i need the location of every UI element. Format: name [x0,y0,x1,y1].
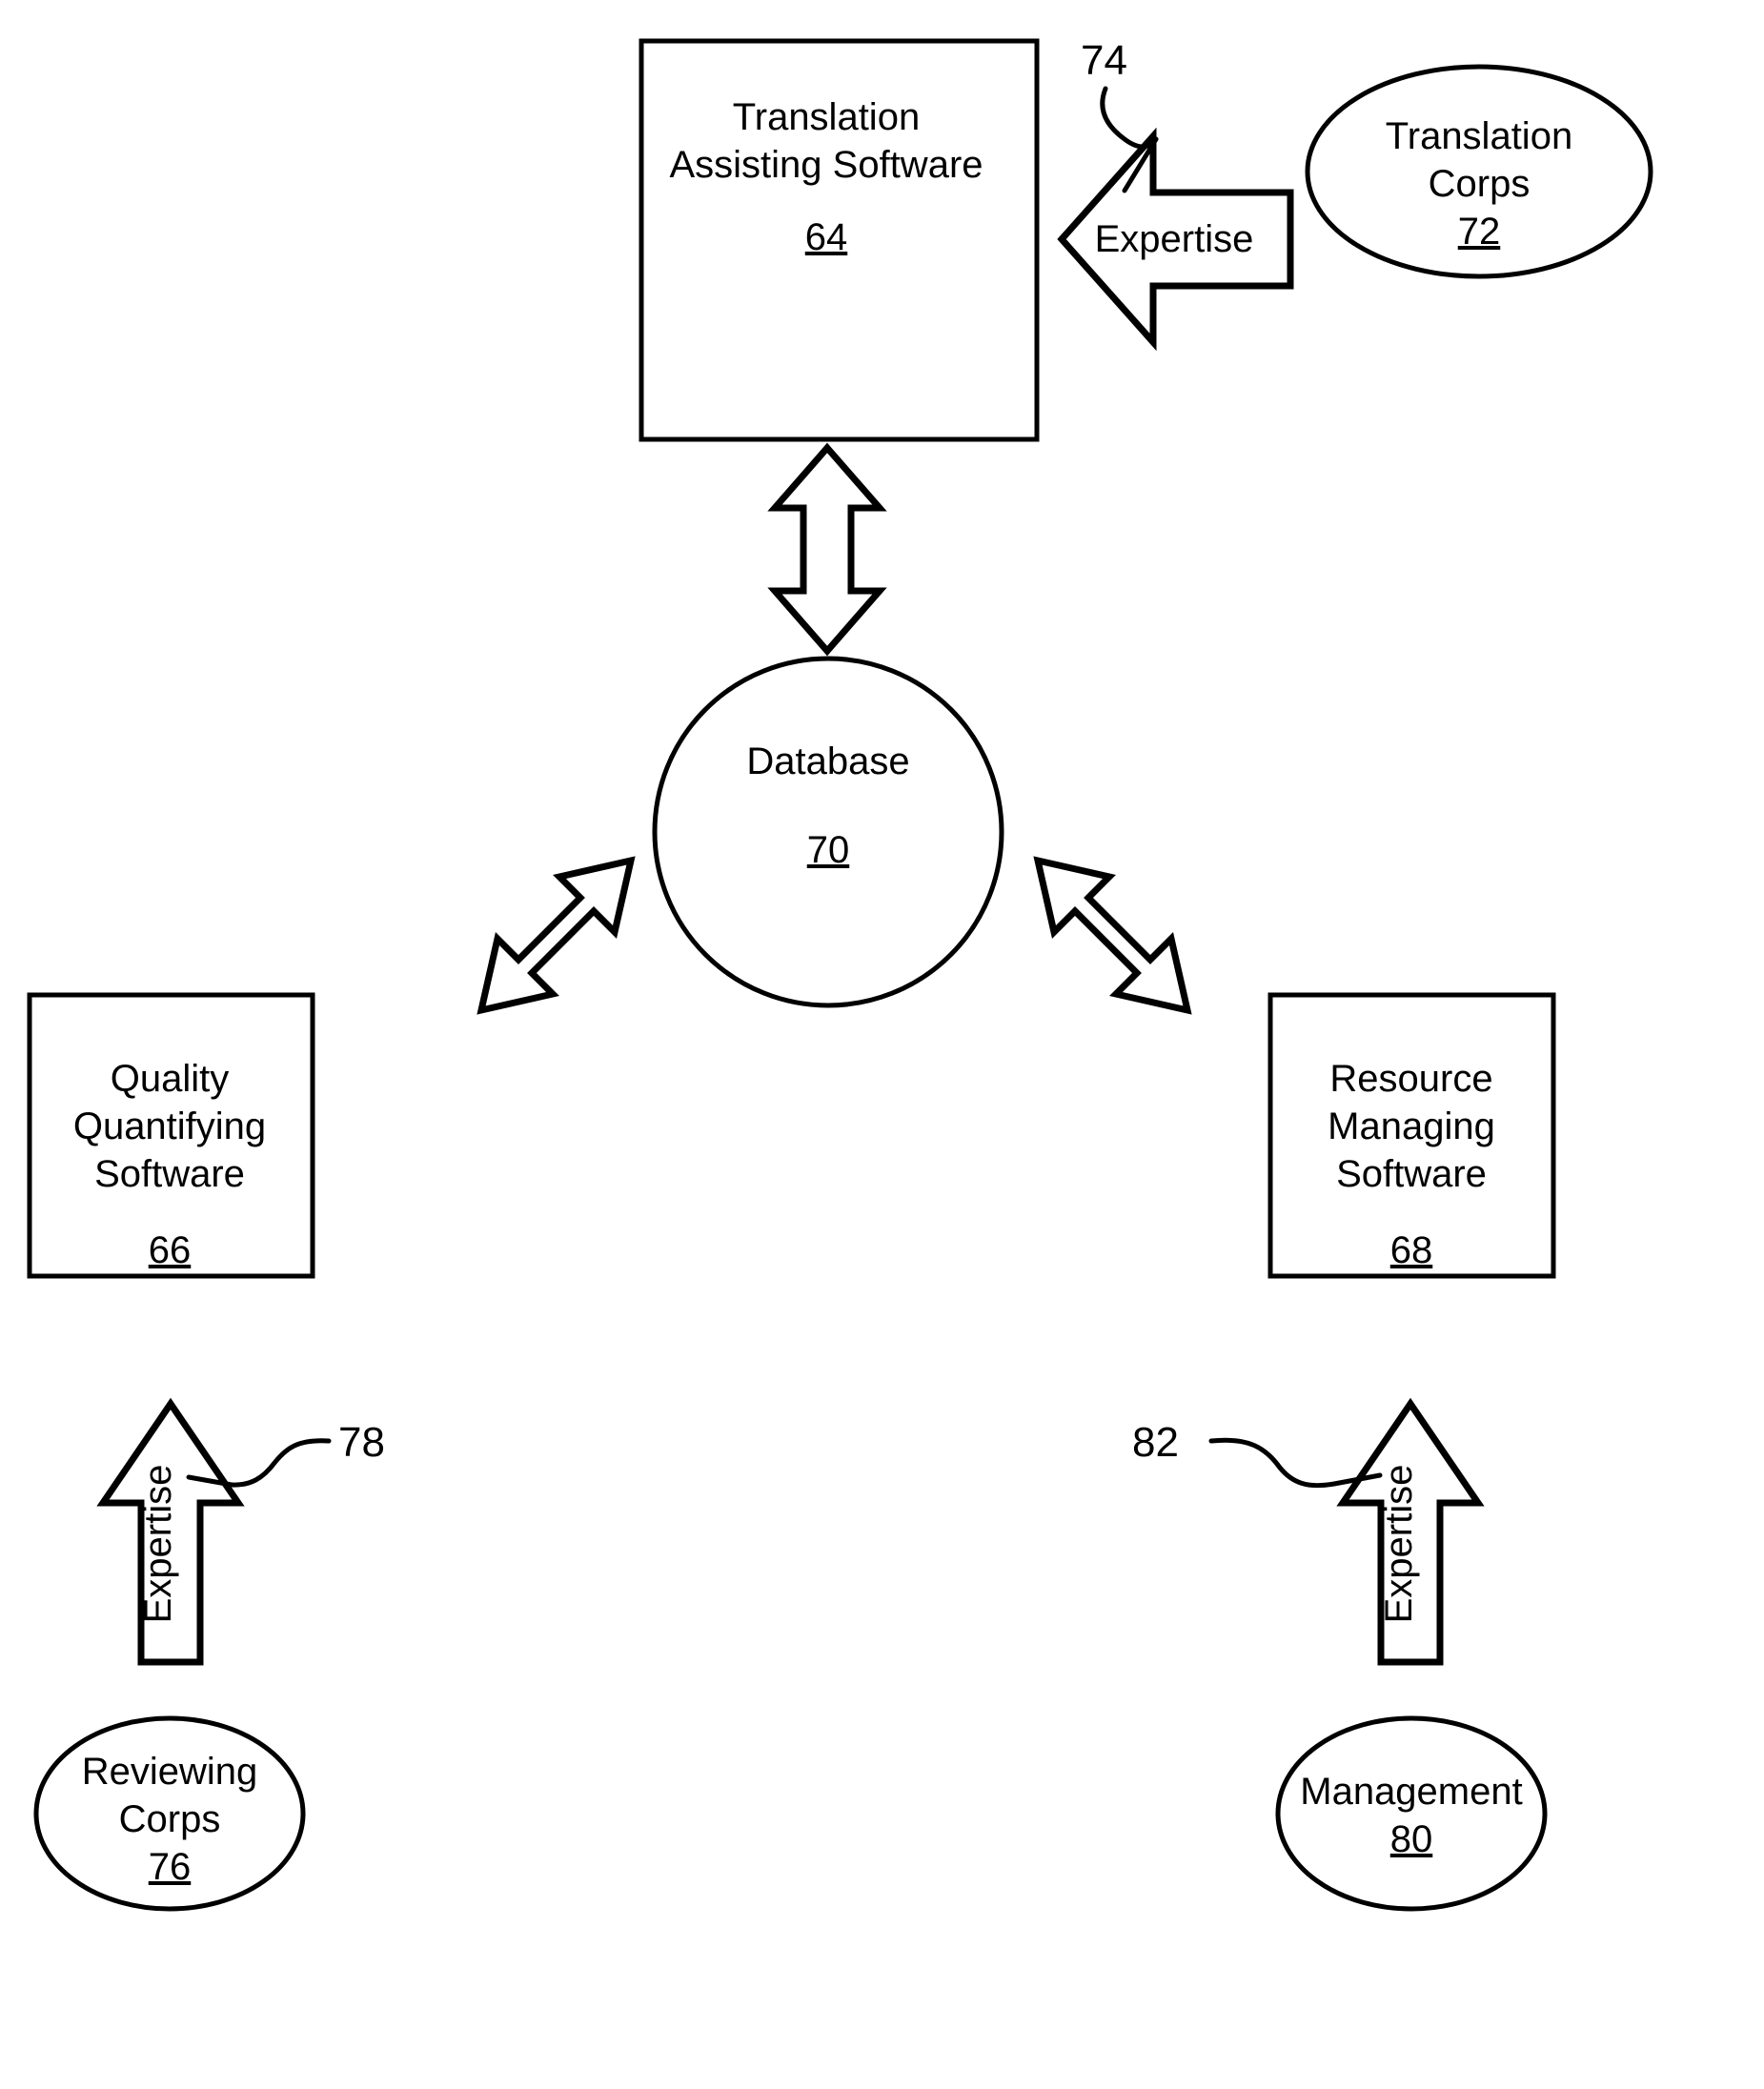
node-label-translation-corps-line1: Translation [1386,115,1572,157]
ref-number-80: 80 [1390,1818,1433,1860]
node-label-translation-assisting-line1: Translation [733,96,920,138]
patent-figure-canvas: Translation Assisting Software 64 Expert… [0,0,1764,2089]
ref-number-66: 66 [149,1229,192,1271]
ref-number-74: 74 [1081,37,1127,84]
node-label-translation-corps-line2: Corps [1429,163,1531,205]
node-label-reviewing-corps-line1: Reviewing [82,1751,258,1793]
connector-db-translation-arrow [767,442,887,657]
ref-number-68: 68 [1390,1229,1433,1271]
node-label-database: Database [746,740,909,782]
ref-number-76: 76 [149,1846,192,1888]
node-label-quality-line2: Quantifying [73,1105,266,1147]
node-label-resource-line2: Managing [1328,1105,1495,1147]
leader-line-78 [229,1438,332,1488]
node-label-quality-line1: Quality [111,1058,230,1100]
node-management [1275,1715,1548,1912]
ref-number-82: 82 [1132,1419,1179,1466]
ref-number-64: 64 [805,216,848,258]
ref-number-70: 70 [807,829,850,871]
node-label-resource-line1: Resource [1329,1058,1492,1100]
connector-db-quality-arrow [476,856,636,1015]
diagram-svg: Translation Assisting Software 64 Expert… [27,37,1653,1912]
connector-db-resource-arrow [1033,856,1192,1015]
ref-number-72: 72 [1458,211,1501,253]
leader-line-82 [1208,1437,1337,1489]
connector-label-expertise-resource: Expertise [1378,1465,1420,1624]
node-label-reviewing-corps-line2: Corps [119,1798,221,1840]
node-label-translation-assisting-line2: Assisting Software [669,144,983,186]
connector-label-expertise-translation: Expertise [1095,218,1254,260]
connector-label-expertise-quality: Expertise [137,1465,179,1624]
ref-number-78: 78 [338,1419,385,1466]
node-label-resource-line3: Software [1336,1153,1487,1195]
node-label-management-line1: Management [1300,1771,1522,1813]
node-label-quality-line3: Software [94,1153,245,1195]
